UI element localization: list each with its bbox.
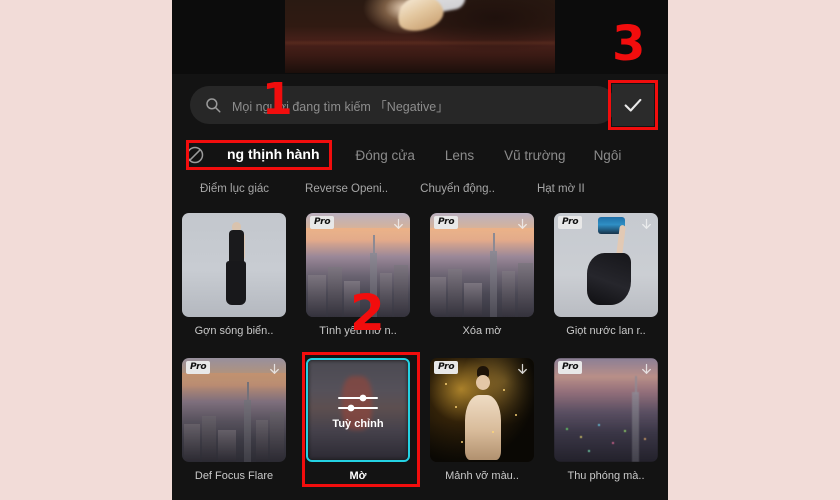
subtab-hat-mo-2[interactable]: Hạt mờ II	[537, 183, 585, 195]
pro-badge: Pro	[434, 361, 459, 374]
download-arrow-icon[interactable]	[639, 217, 654, 232]
effect-item-giot-nuoc-lan[interactable]: Pro Giọt nước lan r..	[544, 208, 668, 353]
search-input[interactable]: Mọi người đang tìm kiếm 「Negative」	[190, 86, 616, 124]
annotation-number-1: 1	[262, 74, 293, 125]
effect-thumbnail[interactable]: Pro	[430, 213, 534, 317]
annotation-box-selected-effect	[302, 352, 420, 487]
effect-item-xoa-mo[interactable]: Pro Xóa mờ	[420, 208, 544, 353]
search-row: Mọi người đang tìm kiếm 「Negative」	[172, 80, 668, 130]
pro-badge: Pro	[310, 216, 335, 229]
effect-label: Giọt nước lan r..	[566, 325, 646, 337]
subcategory-tabs: Điểm lục giác Reverse Openi.. Chuyển độn…	[172, 176, 668, 202]
effect-label: Gợn sóng biển..	[194, 325, 274, 337]
pro-badge: Pro	[434, 216, 459, 229]
effect-item-gon-song-bien[interactable]: Gợn sóng biển..	[172, 208, 296, 353]
pro-badge: Pro	[558, 216, 583, 229]
effects-grid-row: Gợn sóng biển.. Pro Tình yêu mờ n.. Pro …	[172, 208, 668, 353]
tab-dong-cua[interactable]: Đóng cửa	[356, 148, 415, 163]
effect-label: Mảnh vỡ màu..	[445, 470, 519, 482]
effect-item-def-focus-flare[interactable]: Pro Def Focus Flare	[172, 353, 296, 498]
effect-thumbnail[interactable]: Pro	[430, 358, 534, 462]
preview-foot	[393, 0, 447, 36]
effect-thumbnail[interactable]: Pro	[182, 358, 286, 462]
tab-lens[interactable]: Lens	[445, 148, 474, 163]
effects-grid: Gợn sóng biển.. Pro Tình yêu mờ n.. Pro …	[172, 208, 668, 498]
annotation-number-3: 3	[612, 16, 646, 72]
tab-vu-truong[interactable]: Vũ trường	[504, 148, 565, 163]
download-arrow-icon[interactable]	[267, 362, 282, 377]
download-arrow-icon[interactable]	[391, 217, 406, 232]
download-arrow-icon[interactable]	[515, 362, 530, 377]
thumbnail-art	[182, 213, 286, 317]
video-preview-area	[172, 0, 668, 74]
annotation-box-search	[186, 140, 332, 170]
effect-thumbnail[interactable]: Pro	[554, 358, 658, 462]
subtab-chuyen-dong[interactable]: Chuyển động..	[420, 183, 495, 195]
pro-badge: Pro	[558, 361, 583, 374]
effect-label: Xóa mờ	[462, 325, 502, 337]
effect-thumbnail[interactable]: Pro	[554, 213, 658, 317]
pro-badge: Pro	[186, 361, 211, 374]
subtab-diem-luc-giac[interactable]: Điểm lục giác	[200, 183, 269, 195]
effect-thumbnail[interactable]	[182, 213, 286, 317]
effect-item-thu-phong-mau[interactable]: Pro Thu phóng mà..	[544, 353, 668, 498]
annotation-box-confirm	[608, 80, 658, 130]
subtab-reverse-opening[interactable]: Reverse Openi..	[305, 183, 388, 195]
search-icon	[206, 98, 221, 113]
download-arrow-icon[interactable]	[639, 362, 654, 377]
tab-ngoi[interactable]: Ngôi	[594, 148, 622, 163]
effect-label: Thu phóng mà..	[567, 470, 645, 482]
phone-screen: Mọi người đang tìm kiếm 「Negative」 ng th…	[172, 0, 668, 500]
preview-floor-line	[285, 42, 555, 44]
effects-grid-row: Pro Def Focus Flare Tuỳ chỉnh Mờ Pro Mản…	[172, 353, 668, 498]
effect-item-manh-vo-mau[interactable]: Pro Mảnh vỡ màu..	[420, 353, 544, 498]
video-preview[interactable]	[285, 0, 555, 73]
effect-label: Def Focus Flare	[194, 470, 274, 482]
annotation-number-2: 2	[350, 284, 385, 342]
download-arrow-icon[interactable]	[515, 217, 530, 232]
